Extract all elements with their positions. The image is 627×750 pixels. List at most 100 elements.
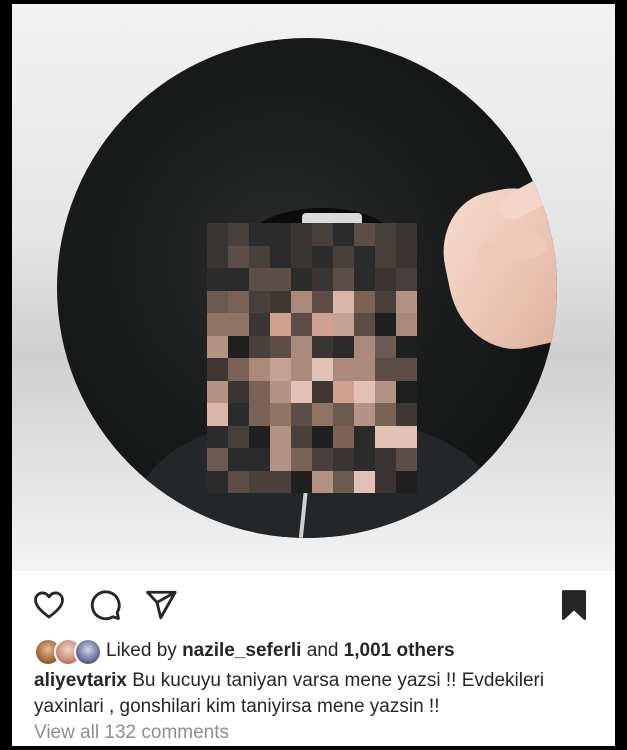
face-pixel <box>354 335 375 358</box>
face-pixel <box>354 313 375 336</box>
face-pixel <box>396 268 417 291</box>
face-pixel <box>249 448 270 471</box>
pixelated-face <box>207 223 417 493</box>
face-pixel <box>249 290 270 313</box>
face-pixel <box>312 425 333 448</box>
profile-photo <box>57 38 557 538</box>
face-pixel <box>333 425 354 448</box>
post-frame: Liked by nazile_seferli and 1,001 others… <box>12 4 615 746</box>
face-pixel <box>312 403 333 426</box>
face-pixel <box>207 380 228 403</box>
face-pixel <box>228 223 249 246</box>
face-pixel <box>375 223 396 246</box>
face-pixel <box>354 358 375 381</box>
face-pixel <box>270 335 291 358</box>
face-pixel <box>270 470 291 493</box>
face-pixel <box>312 313 333 336</box>
view-comments-link[interactable]: View all 132 comments <box>34 722 229 744</box>
face-pixel <box>396 313 417 336</box>
face-pixel <box>249 425 270 448</box>
face-pixel <box>249 470 270 493</box>
face-pixel <box>396 470 417 493</box>
avatar <box>74 638 102 666</box>
face-pixel <box>228 313 249 336</box>
face-pixel <box>228 268 249 291</box>
face-pixel <box>207 403 228 426</box>
face-pixel <box>228 403 249 426</box>
face-pixel <box>396 223 417 246</box>
face-pixel <box>333 358 354 381</box>
face-pixel <box>354 245 375 268</box>
face-pixel <box>312 470 333 493</box>
face-pixel <box>396 358 417 381</box>
face-pixel <box>249 358 270 381</box>
face-pixel <box>270 245 291 268</box>
face-pixel <box>270 380 291 403</box>
face-pixel <box>375 245 396 268</box>
face-pixel <box>228 290 249 313</box>
face-pixel <box>354 470 375 493</box>
liked-by-username[interactable]: nazile_seferli <box>182 640 301 662</box>
face-pixel <box>228 448 249 471</box>
face-pixel <box>249 313 270 336</box>
face-pixel <box>375 313 396 336</box>
face-pixel <box>312 223 333 246</box>
face-pixel <box>270 313 291 336</box>
face-pixel <box>312 358 333 381</box>
face-pixel <box>333 290 354 313</box>
face-pixel <box>249 268 270 291</box>
face-pixel <box>291 268 312 291</box>
face-pixel <box>354 448 375 471</box>
face-pixel <box>312 245 333 268</box>
face-pixel <box>291 448 312 471</box>
post-image[interactable] <box>12 4 615 571</box>
face-pixel <box>249 380 270 403</box>
face-pixel <box>291 223 312 246</box>
face-pixel <box>228 335 249 358</box>
face-pixel <box>291 313 312 336</box>
likes-summary: Liked by nazile_seferli and 1,001 others <box>34 636 455 666</box>
face-pixel <box>207 425 228 448</box>
comment-icon[interactable] <box>88 588 122 622</box>
face-pixel <box>228 425 249 448</box>
face-pixel <box>312 380 333 403</box>
face-pixel <box>396 245 417 268</box>
face-pixel <box>396 448 417 471</box>
face-pixel <box>249 223 270 246</box>
face-pixel <box>249 403 270 426</box>
face-pixel <box>291 358 312 381</box>
face-pixel <box>333 313 354 336</box>
face-pixel <box>333 448 354 471</box>
face-pixel <box>375 268 396 291</box>
bookmark-icon[interactable] <box>557 588 591 622</box>
face-pixel <box>291 403 312 426</box>
face-pixel <box>249 245 270 268</box>
face-pixel <box>354 290 375 313</box>
face-pixel <box>270 448 291 471</box>
heart-icon[interactable] <box>32 588 66 622</box>
face-pixel <box>207 313 228 336</box>
caption-username[interactable]: aliyevtarix <box>34 670 127 691</box>
face-pixel <box>375 470 396 493</box>
face-pixel <box>207 335 228 358</box>
liked-by-prefix: Liked by <box>106 640 177 661</box>
face-pixel <box>228 245 249 268</box>
likes-count[interactable]: 1,001 others <box>344 640 455 662</box>
face-pixel <box>396 425 417 448</box>
face-pixel <box>207 245 228 268</box>
face-pixel <box>270 403 291 426</box>
face-pixel <box>207 223 228 246</box>
face-pixel <box>333 335 354 358</box>
liker-avatars[interactable] <box>34 637 102 666</box>
face-pixel <box>228 380 249 403</box>
face-pixel <box>396 335 417 358</box>
face-pixel <box>375 290 396 313</box>
face-pixel <box>375 358 396 381</box>
liked-by-and: and <box>306 640 339 661</box>
send-icon[interactable] <box>144 588 178 622</box>
face-pixel <box>270 290 291 313</box>
face-pixel <box>291 380 312 403</box>
face-pixel <box>312 335 333 358</box>
face-pixel <box>207 290 228 313</box>
face-pixel <box>270 223 291 246</box>
